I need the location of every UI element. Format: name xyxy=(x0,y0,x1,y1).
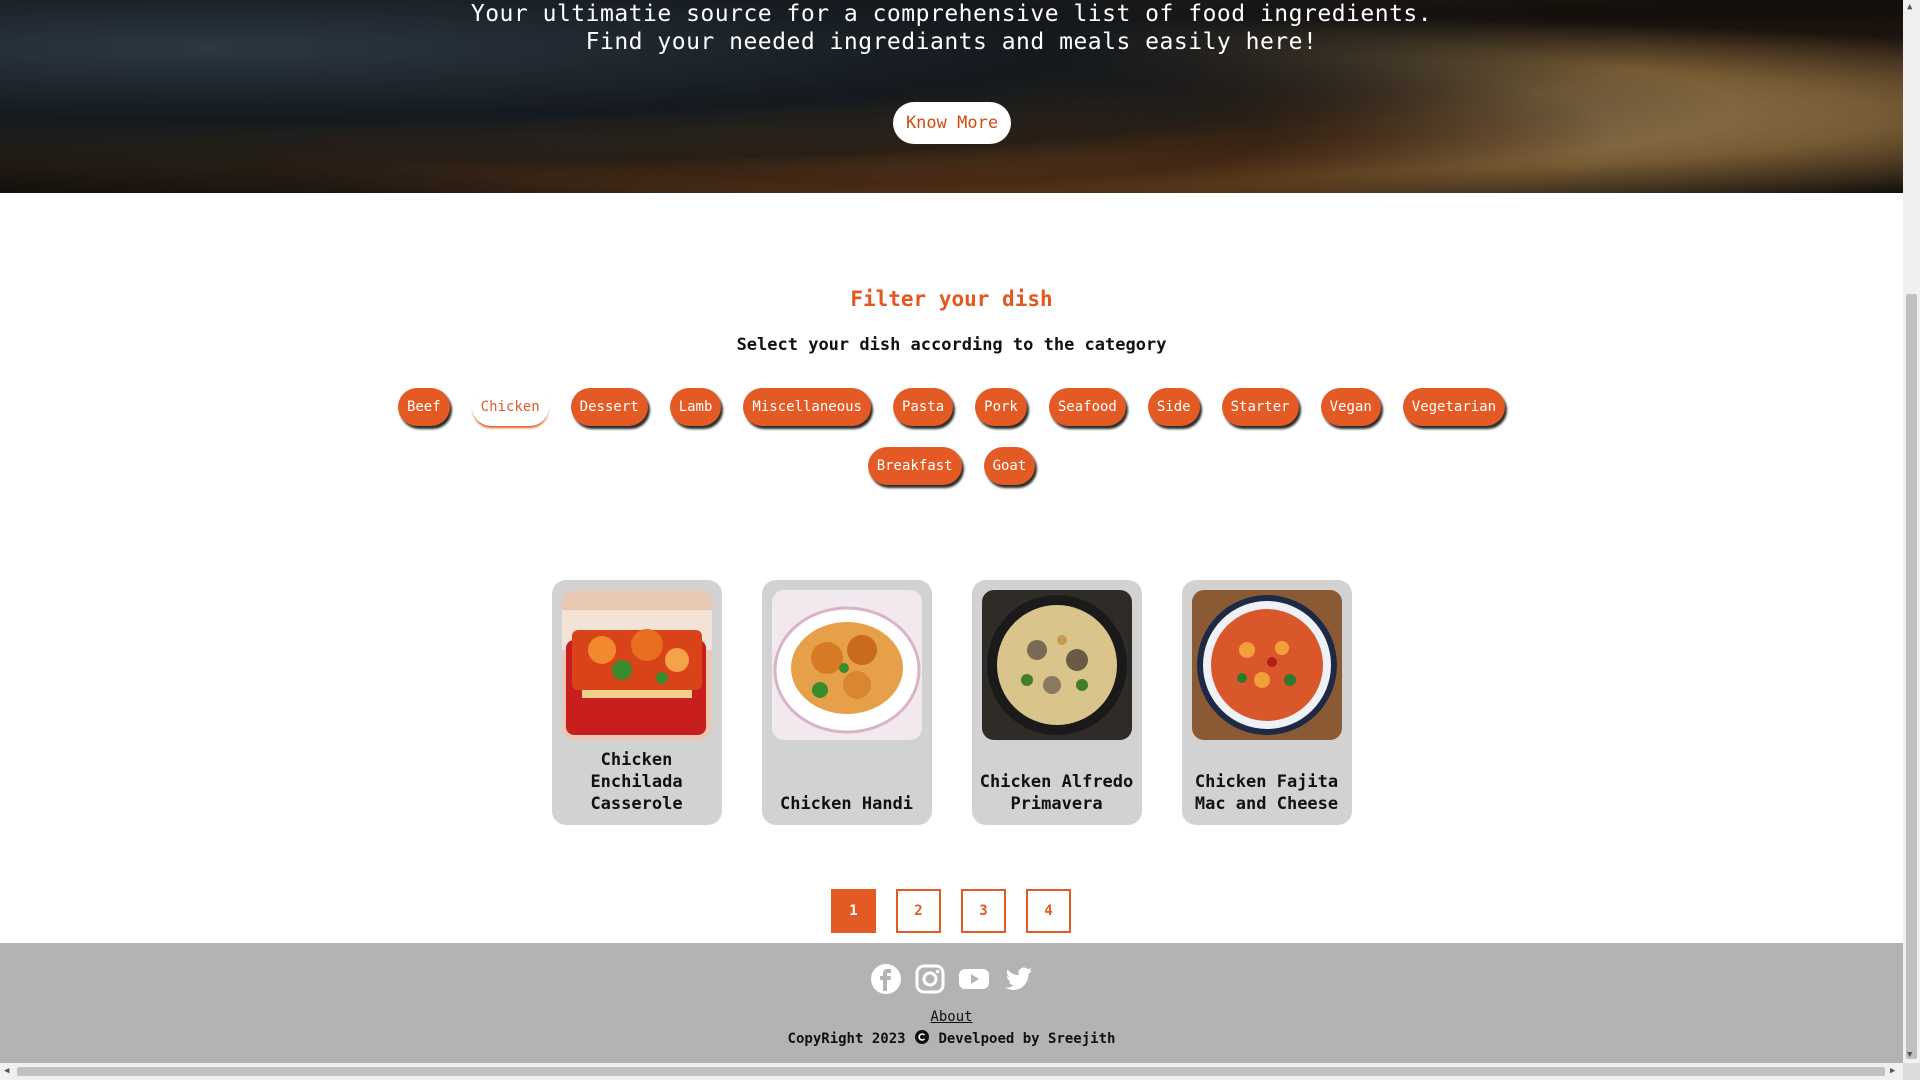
dish-name: Chicken Alfredo Primavera xyxy=(979,772,1134,814)
category-lamb[interactable]: Lamb xyxy=(669,388,722,426)
dish-name: Chicken Handi xyxy=(779,794,914,814)
dish-card[interactable]: Chicken Alfredo Primavera xyxy=(971,580,1142,825)
category-dessert[interactable]: Dessert xyxy=(570,388,648,426)
dish-image xyxy=(771,590,922,740)
dish-name: Chicken Fajita Mac and Cheese xyxy=(1194,772,1339,814)
copyright: CopyRight 2023 Develpoed by Sreejith xyxy=(0,1029,1903,1047)
youtube-icon[interactable] xyxy=(958,963,990,995)
vertical-scroll-thumb[interactable] xyxy=(1906,294,1917,1059)
page-button-4[interactable]: 4 xyxy=(1026,889,1071,933)
scroll-up-icon[interactable]: ▲ xyxy=(1907,2,1912,12)
about-link[interactable]: About xyxy=(0,1009,1903,1025)
category-side[interactable]: Side xyxy=(1147,388,1200,426)
category-seafood[interactable]: Seafood xyxy=(1048,388,1126,426)
footer: About CopyRight 2023 Develpoed by Sreeji… xyxy=(0,943,1903,1063)
horizontal-scroll-thumb[interactable] xyxy=(17,1067,1885,1076)
category-goat[interactable]: Goat xyxy=(983,447,1036,485)
dish-grid: Chicken Enchilada Casserole Chicken Hand… xyxy=(0,580,1903,825)
copyright-icon xyxy=(914,1029,930,1045)
category-chicken[interactable]: Chicken xyxy=(471,388,549,426)
category-vegetarian[interactable]: Vegetarian xyxy=(1402,388,1506,426)
category-starter[interactable]: Starter xyxy=(1221,388,1299,426)
category-row-2: Breakfast Goat xyxy=(0,447,1903,485)
pagination: 1 2 3 4 xyxy=(831,889,1071,933)
facebook-icon[interactable] xyxy=(870,963,902,995)
scrollbar-corner xyxy=(1903,1063,1920,1080)
category-row-1: Beef Chicken Dessert Lamb Miscellaneous … xyxy=(0,388,1903,426)
horizontal-scrollbar[interactable]: ◀ ▶ xyxy=(0,1063,1903,1080)
copyright-right: Develpoed by Sreejith xyxy=(938,1031,1116,1047)
category-beef[interactable]: Beef xyxy=(397,388,450,426)
category-pork[interactable]: Pork xyxy=(975,388,1027,426)
page-button-1[interactable]: 1 xyxy=(831,889,876,933)
dish-card[interactable]: Chicken Fajita Mac and Cheese xyxy=(1181,580,1352,825)
category-breakfast[interactable]: Breakfast xyxy=(867,447,962,485)
scroll-left-icon[interactable]: ◀ xyxy=(4,1066,9,1076)
know-more-button[interactable]: Know More xyxy=(893,102,1011,144)
copyright-left: CopyRight 2023 xyxy=(787,1031,906,1047)
twitter-icon[interactable] xyxy=(1002,963,1034,995)
filter-title: Filter your dish xyxy=(850,287,1053,311)
dish-image xyxy=(561,590,712,740)
hero-line-2: Find your needed ingrediants and meals e… xyxy=(585,29,1318,55)
category-miscellaneous[interactable]: Miscellaneous xyxy=(743,388,871,426)
filter-subtitle: Select your dish according to the catego… xyxy=(736,335,1167,355)
hero-banner: Your ultimatie source for a comprehensiv… xyxy=(0,0,1903,193)
vertical-scrollbar[interactable]: ▲ ▼ xyxy=(1903,0,1920,1063)
category-pasta[interactable]: Pasta xyxy=(892,388,954,426)
dish-card[interactable]: Chicken Handi xyxy=(761,580,932,825)
hero-line-1: Your ultimatie source for a comprehensiv… xyxy=(470,1,1433,27)
instagram-icon[interactable] xyxy=(914,963,946,995)
category-vegan[interactable]: Vegan xyxy=(1320,388,1381,426)
dish-name: Chicken Enchilada Casserole xyxy=(590,750,683,814)
social-links xyxy=(0,963,1903,995)
page-button-2[interactable]: 2 xyxy=(896,889,941,933)
dish-image xyxy=(1191,590,1342,740)
dish-card[interactable]: Chicken Enchilada Casserole xyxy=(551,580,722,825)
page-button-3[interactable]: 3 xyxy=(961,889,1006,933)
scroll-down-icon[interactable]: ▼ xyxy=(1907,1050,1912,1060)
dish-image xyxy=(981,590,1132,740)
scroll-right-icon[interactable]: ▶ xyxy=(1890,1066,1895,1076)
